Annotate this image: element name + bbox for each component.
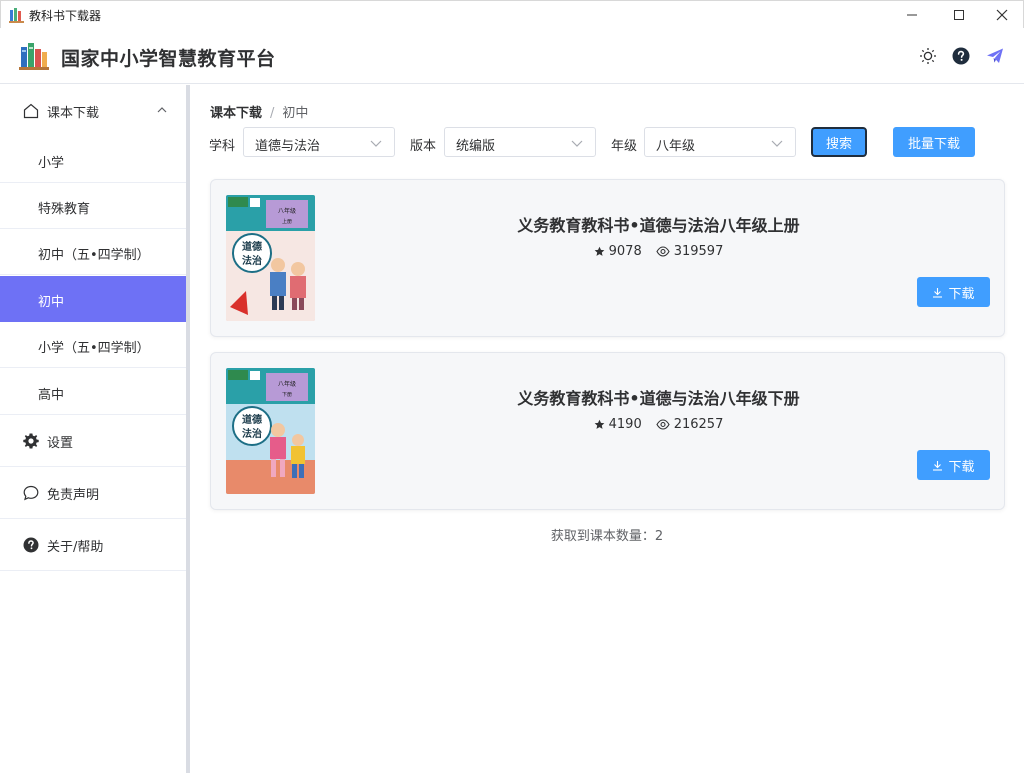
batch-download-button[interactable]: 批量下载	[893, 127, 975, 157]
books-app-icon	[9, 8, 24, 23]
chat-icon	[23, 485, 39, 501]
book-title: 义务教育教科书•道德与法治八年级上册	[517, 216, 800, 235]
view-count: 216257	[673, 417, 724, 432]
breadcrumb-separator: /	[270, 106, 275, 121]
star-stat: 4190	[594, 417, 642, 432]
book-stats: 9078 319597	[411, 244, 906, 259]
breadcrumb: 课本下载 / 初中	[210, 102, 308, 121]
sidebar-item-primary[interactable]: 小学	[0, 137, 186, 183]
home-icon	[23, 103, 39, 119]
download-label: 下载	[948, 286, 975, 302]
download-icon	[933, 287, 943, 298]
sidebar-item-senior[interactable]: 高中	[0, 369, 186, 415]
cover-subject-bottom: 法治	[242, 427, 262, 440]
cover-grade: 八年级	[278, 207, 296, 215]
breadcrumb-root[interactable]: 课本下载	[210, 106, 262, 121]
download-button[interactable]: 下载	[917, 450, 990, 480]
book-title: 义务教育教科书•道德与法治八年级下册	[517, 389, 800, 408]
cover-volume: 下册	[282, 392, 292, 398]
cover-grade: 八年级	[278, 380, 296, 388]
sidebar-item-junior-54[interactable]: 初中（五•四学制）	[0, 229, 186, 275]
close-icon	[996, 9, 1008, 21]
edition-select-value: 统编版	[456, 139, 496, 154]
sidebar: 课本下载 小学 特殊教育 初中（五•四学制） 初中 小学（五•四学制） 高中 设…	[0, 85, 190, 773]
sidebar-item-special-education[interactable]: 特殊教育	[0, 183, 186, 229]
view-count: 319597	[673, 244, 724, 259]
app-header: 国家中小学智慧教育平台	[0, 28, 1024, 84]
book-card: 八年级 下册 道德 法治 义务教育教科书•道德与法治八年级下册 4190 216…	[210, 352, 1005, 510]
chevron-down-icon	[771, 140, 783, 147]
book-cover: 八年级 下册 道德 法治	[226, 368, 315, 494]
edition-select[interactable]: 统编版	[444, 127, 596, 157]
minimize-button[interactable]	[889, 1, 935, 29]
main-content: 课本下载 / 初中 学科 道德与法治 版本 统编版 年级 八年级 搜索 批量下载 八…	[190, 85, 1024, 773]
cover-subject-top: 道德	[242, 240, 262, 253]
cover-volume: 上册	[282, 218, 292, 225]
close-button[interactable]	[979, 1, 1024, 29]
eye-icon	[656, 246, 670, 257]
book-card: 八年级 上册 道德 法治 义务教育教科书•道德与法治八年级上册 9078 319…	[210, 179, 1005, 337]
book-cover: 八年级 上册 道德 法治	[226, 195, 315, 321]
window-titlebar: 教科书下载器	[0, 0, 1024, 28]
gear-icon	[23, 433, 39, 449]
subject-select[interactable]: 道德与法治	[243, 127, 395, 157]
sidebar-item-disclaimer[interactable]: 免责声明	[0, 467, 186, 519]
sidebar-item-label: 特殊教育	[38, 202, 91, 217]
submenu-textbook-download[interactable]: 课本下载	[0, 85, 186, 137]
feedback-button[interactable]	[984, 45, 1006, 67]
grade-select-value: 八年级	[656, 139, 696, 154]
edition-label: 版本	[410, 139, 437, 154]
maximize-button[interactable]	[936, 1, 982, 29]
view-stat: 319597	[656, 244, 724, 259]
sidebar-item-label: 小学	[38, 156, 65, 171]
sidebar-item-junior[interactable]: 初中	[0, 276, 186, 322]
minimize-icon	[907, 14, 917, 16]
sun-icon	[920, 48, 936, 64]
star-count: 4190	[608, 417, 642, 432]
chevron-down-icon	[571, 140, 583, 147]
cover-subject-top: 道德	[242, 413, 262, 426]
chevron-up-icon	[157, 107, 167, 113]
site-title: 国家中小学智慧教育平台	[61, 48, 276, 70]
help-icon	[23, 537, 39, 553]
sidebar-item-label: 初中（五•四学制）	[38, 248, 150, 263]
eye-icon	[656, 419, 670, 430]
book-stats: 4190 216257	[411, 417, 906, 432]
star-icon	[594, 419, 604, 429]
sidebar-item-label: 设置	[47, 436, 74, 451]
result-count: 获取到课本数量：2	[550, 529, 664, 544]
sidebar-item-label: 关于/帮助	[47, 540, 104, 555]
view-stat: 216257	[656, 417, 724, 432]
question-circle-icon	[952, 47, 970, 65]
subject-label: 学科	[209, 139, 236, 154]
star-icon	[594, 246, 604, 256]
sidebar-item-about-help[interactable]: 关于/帮助	[0, 519, 186, 571]
sidebar-item-label: 初中	[38, 295, 65, 310]
submenu-label: 课本下载	[47, 106, 100, 121]
subject-select-value: 道德与法治	[255, 139, 321, 154]
star-count: 9078	[608, 244, 642, 259]
paper-plane-icon	[987, 48, 1003, 63]
breadcrumb-current: 初中	[282, 106, 309, 121]
grade-label: 年级	[611, 139, 638, 154]
sidebar-item-label: 小学（五•四学制）	[38, 341, 150, 356]
download-button[interactable]: 下载	[917, 277, 990, 307]
grade-select[interactable]: 八年级	[644, 127, 796, 157]
help-button[interactable]	[950, 45, 972, 67]
sidebar-item-settings[interactable]: 设置	[0, 415, 186, 467]
download-icon	[933, 460, 943, 471]
star-stat: 9078	[594, 244, 642, 259]
download-label: 下载	[948, 459, 975, 475]
sidebar-item-primary-54[interactable]: 小学（五•四学制）	[0, 322, 186, 368]
chevron-down-icon	[370, 140, 382, 147]
maximize-icon	[954, 10, 964, 20]
books-logo-icon	[19, 43, 49, 70]
sidebar-item-label: 高中	[38, 388, 65, 403]
cover-subject-bottom: 法治	[242, 254, 262, 267]
search-button[interactable]: 搜索	[811, 127, 867, 157]
theme-toggle-button[interactable]	[917, 45, 939, 67]
window-title: 教科书下载器	[29, 9, 102, 23]
sidebar-item-label: 免责声明	[47, 488, 100, 503]
